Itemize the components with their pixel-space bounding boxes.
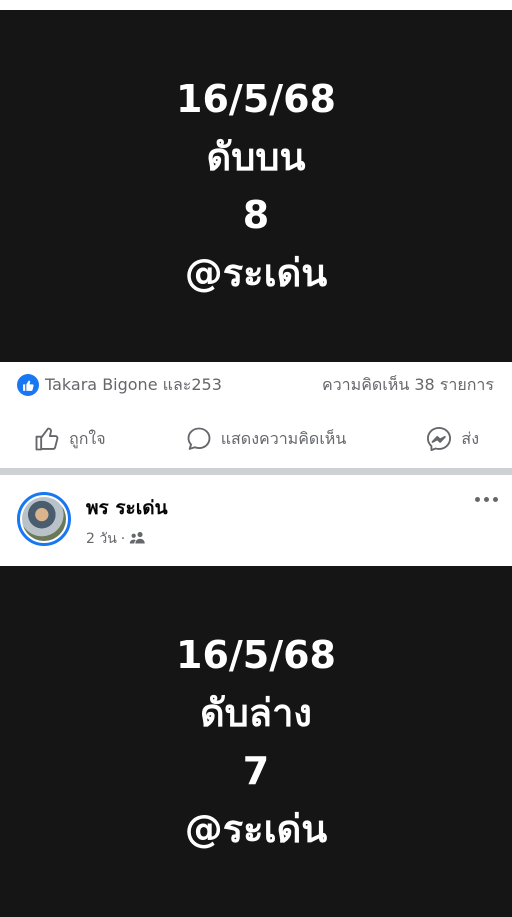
comment-button[interactable]: แสดงความคิดเห็น xyxy=(185,425,347,453)
comment-count[interactable]: ความคิดเห็น 38 รายการ xyxy=(322,373,494,398)
image-text-date: 16/5/68 xyxy=(176,77,336,121)
thumbs-up-icon xyxy=(33,425,61,453)
more-options-button[interactable] xyxy=(475,497,498,502)
more-dot-icon xyxy=(475,497,480,502)
like-reaction-icon xyxy=(17,374,39,396)
post-header: พร ระเด่น 2 วัน · xyxy=(0,475,512,566)
send-button[interactable]: ส่ง xyxy=(425,425,479,453)
more-dot-icon xyxy=(493,497,498,502)
post-image-2[interactable]: 16/5/68 ดับล่าง 7 @ระเด่น xyxy=(0,566,512,917)
reactions-summary[interactable]: Takara Bigone และ253 xyxy=(17,373,222,398)
image-text-label: ดับบน xyxy=(206,135,306,179)
like-label: ถูกใจ xyxy=(69,428,106,448)
comment-label: แสดงความคิดเห็น xyxy=(220,428,347,448)
post-separator xyxy=(0,468,512,475)
comment-icon xyxy=(185,425,213,453)
post-image-1[interactable]: 16/5/68 ดับบน 8 @ระเด่น xyxy=(0,10,512,362)
author-name[interactable]: พร ระเด่น xyxy=(86,493,168,523)
top-strip xyxy=(0,0,512,10)
image-text-label: ดับล่าง xyxy=(200,690,312,735)
image-text-date: 16/5/68 xyxy=(176,632,336,677)
avatar-photo xyxy=(22,497,66,541)
more-dot-icon xyxy=(484,497,489,502)
image-text-number: 7 xyxy=(242,748,270,793)
send-label: ส่ง xyxy=(461,428,479,448)
like-button[interactable]: ถูกใจ xyxy=(33,425,106,453)
action-bar: ถูกใจ แสดงความคิดเห็น ส่ง xyxy=(0,414,512,464)
friends-icon xyxy=(129,531,146,548)
messenger-icon xyxy=(425,425,453,453)
image-text-handle: @ระเด่น xyxy=(184,251,328,295)
reactions-bar: Takara Bigone และ253 ความคิดเห็น 38 รายก… xyxy=(0,362,512,408)
avatar[interactable] xyxy=(17,492,71,546)
post-meta: 2 วัน · xyxy=(86,528,146,550)
post-time[interactable]: 2 วัน xyxy=(86,528,117,550)
reaction-names: Takara Bigone และ253 xyxy=(45,374,222,394)
meta-separator: · xyxy=(120,531,126,547)
image-text-handle: @ระเด่น xyxy=(184,806,328,851)
image-text-number: 8 xyxy=(242,193,270,237)
